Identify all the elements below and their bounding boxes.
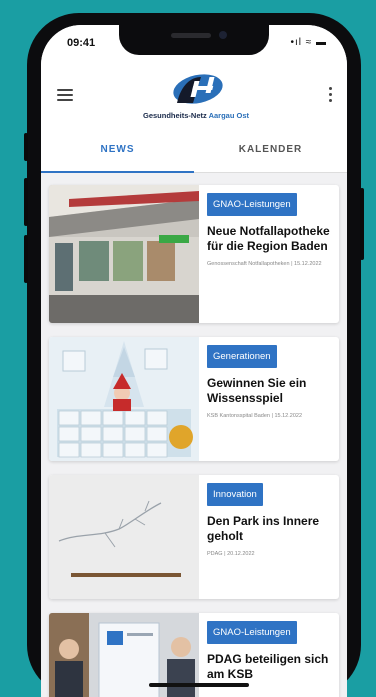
home-indicator[interactable] (149, 683, 249, 687)
article-card[interactable]: Innovation Den Park ins Innere geholt PD… (49, 475, 339, 599)
article-meta: PDAG | 20.12.2022 (207, 551, 255, 557)
article-meta: Genossenschaft Notfallapotheken | 15.12.… (207, 261, 322, 267)
logo-mark-icon (173, 74, 223, 104)
article-info: Generationen Gewinnen Sie ein Wissensspi… (207, 345, 333, 420)
article-title: Neue Notfallapotheke für die Region Bade… (207, 224, 330, 253)
camera (219, 31, 227, 39)
logo-text-accent: Aargau Ost (208, 111, 249, 120)
category-badge[interactable]: GNAO-Leistungen (207, 193, 297, 216)
branch-artwork-image (49, 475, 199, 599)
article-card[interactable]: Generationen Gewinnen Sie ein Wissensspi… (49, 337, 339, 461)
article-meta: KSB Kantonsspital Baden | 15.12.2022 (207, 413, 302, 419)
pharmacy-storefront-image (49, 185, 199, 323)
article-title: PDAG beteiligen sich am KSB (207, 652, 329, 681)
speaker (171, 33, 211, 38)
article-info: GNAO-Leistungen Neue Notfallapotheke für… (207, 193, 333, 268)
status-indicators: •ıl ≈ ▬ (290, 37, 327, 48)
article-title: Gewinnen Sie ein Wissensspiel (207, 376, 307, 405)
volume-up-button (24, 178, 28, 226)
tab-bar: NEWS KALENDER (41, 131, 347, 173)
app-logo: Gesundheits-Netz Aargau Ost (131, 71, 261, 125)
logo-text: Gesundheits-Netz Aargau Ost (131, 111, 261, 120)
more-options-icon[interactable] (329, 87, 333, 103)
mute-switch (24, 133, 28, 161)
volume-down-button (24, 235, 28, 283)
category-badge[interactable]: Innovation (207, 483, 263, 506)
status-time: 09:41 (67, 37, 96, 49)
article-card[interactable]: GNAO-Leistungen Neue Notfallapotheke für… (49, 185, 339, 323)
phone-frame: 09:41 •ıl ≈ ▬ Gesundheits-Netz Aargau Os… (24, 13, 364, 697)
game-boxes-image (49, 337, 199, 461)
category-badge[interactable]: GNAO-Leistungen (207, 621, 297, 644)
logo-text-main: Gesundheits-Netz (142, 111, 207, 120)
tab-news[interactable]: NEWS (41, 131, 194, 173)
power-button (360, 188, 364, 260)
hamburger-menu-icon[interactable] (57, 89, 73, 101)
article-title: Den Park ins Innere geholt (207, 514, 320, 543)
notch (119, 25, 269, 55)
category-badge[interactable]: Generationen (207, 345, 277, 368)
article-info: Innovation Den Park ins Innere geholt PD… (207, 483, 333, 558)
app-bar: Gesundheits-Netz Aargau Ost (41, 61, 347, 131)
tab-kalender[interactable]: KALENDER (194, 131, 347, 173)
article-info: GNAO-Leistungen PDAG beteiligen sich am … (207, 621, 333, 682)
app-screen: 09:41 •ıl ≈ ▬ Gesundheits-Netz Aargau Os… (41, 25, 347, 697)
